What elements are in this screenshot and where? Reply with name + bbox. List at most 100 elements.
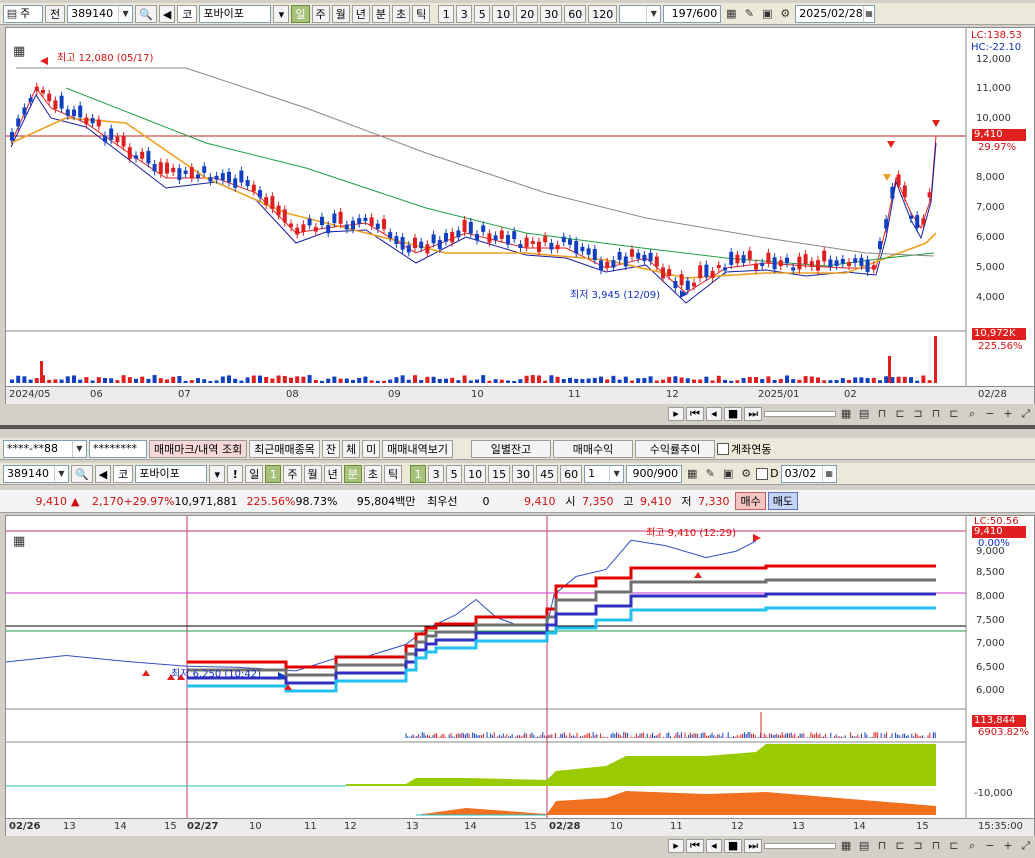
tool-icon[interactable]: ⊓ bbox=[928, 838, 944, 854]
tool-icon[interactable]: ⊐ bbox=[910, 406, 926, 422]
gear-icon[interactable]: ⚙ bbox=[777, 6, 793, 22]
draw-tool-icon[interactable]: ✎ bbox=[741, 6, 757, 22]
period-week-tab[interactable]: 주 bbox=[311, 4, 330, 23]
zoom-slider[interactable] bbox=[764, 411, 837, 417]
stop-icon[interactable]: ■ bbox=[723, 839, 743, 853]
trade-mark-tab[interactable]: 매매마크/내역 조회 bbox=[149, 439, 248, 458]
zoom-slider[interactable] bbox=[764, 843, 837, 849]
calendar-icon[interactable]: ▦ bbox=[862, 5, 875, 22]
stock-name-field[interactable]: 포바이포 bbox=[199, 4, 272, 23]
period-minute-tab[interactable]: 분 bbox=[371, 4, 391, 23]
custom-interval-select[interactable]: ▼ bbox=[619, 4, 662, 23]
password-field[interactable]: ******** bbox=[89, 439, 147, 458]
calendar-icon[interactable]: ▦ bbox=[821, 465, 836, 482]
code-input-2[interactable]: 389140 ▼ bbox=[3, 464, 69, 483]
period-second-tab[interactable]: 초 bbox=[392, 4, 411, 23]
sell-button[interactable]: 매도 bbox=[767, 492, 798, 510]
daily-chart-canvas[interactable] bbox=[6, 28, 1034, 403]
period-month-tab-2[interactable]: 월 bbox=[303, 464, 322, 483]
scroll-first-icon[interactable]: ⏮ bbox=[686, 407, 704, 421]
scroll-last-icon[interactable]: ⏭ bbox=[744, 839, 763, 853]
minute-interval-45[interactable]: 45 bbox=[536, 464, 559, 483]
expand-icon[interactable]: ⤢ bbox=[1018, 838, 1034, 854]
code-type-button[interactable]: 전 bbox=[45, 4, 66, 23]
date-input-2[interactable]: 03/02 ▦ bbox=[780, 464, 837, 483]
grid-settings-icon[interactable]: ▦ bbox=[723, 6, 739, 22]
scroll-left-icon[interactable]: ◂ bbox=[705, 407, 722, 421]
interval-120[interactable]: 120 bbox=[588, 4, 618, 23]
draw-tool-icon[interactable]: ✎ bbox=[702, 466, 718, 482]
chart-menu-icon[interactable]: ▦ bbox=[13, 44, 25, 59]
search-icon[interactable]: ⌕ bbox=[964, 406, 980, 422]
warning-button[interactable]: ! bbox=[227, 464, 244, 483]
chart-menu-icon[interactable]: ▦ bbox=[13, 534, 25, 549]
scroll-first-icon[interactable]: ⏮ bbox=[686, 839, 704, 853]
account-link-checkbox[interactable] bbox=[717, 442, 730, 455]
pending-mini-tab[interactable]: 미 bbox=[362, 439, 381, 458]
tool-icon[interactable]: ▦ bbox=[838, 838, 854, 854]
gear-icon[interactable]: ⚙ bbox=[738, 466, 754, 482]
period-day-tab-2[interactable]: 일 bbox=[245, 464, 264, 483]
date-checkbox[interactable] bbox=[756, 467, 769, 480]
balance-mini-tab[interactable]: 잔 bbox=[321, 439, 341, 458]
period-year-tab-2[interactable]: 년 bbox=[323, 464, 342, 483]
scroll-left-icon[interactable]: ◂ bbox=[705, 839, 722, 853]
zoom-in-icon[interactable]: + bbox=[1000, 838, 1016, 854]
fill-mini-tab[interactable]: 체 bbox=[342, 439, 361, 458]
stock-name-field-2[interactable]: 포바이포 bbox=[135, 464, 208, 483]
profit-trend-tab[interactable]: 수익률추이 bbox=[635, 439, 716, 458]
stop-icon[interactable]: ■ bbox=[723, 407, 743, 421]
chevron-down-icon[interactable]: ▼ bbox=[118, 5, 132, 22]
scroll-right-icon[interactable]: ▸ bbox=[668, 839, 684, 853]
period-day-tab[interactable]: 일 bbox=[291, 4, 310, 23]
search-button-2[interactable]: 🔍 bbox=[71, 464, 93, 483]
buy-button[interactable]: 매수 bbox=[735, 492, 766, 510]
interval-3[interactable]: 3 bbox=[456, 4, 473, 23]
tool-icon[interactable]: ⊓ bbox=[874, 406, 890, 422]
name-dropdown-2[interactable]: ▾ bbox=[209, 464, 226, 483]
scroll-last-icon[interactable]: ⏭ bbox=[744, 407, 763, 421]
period-year-tab[interactable]: 년 bbox=[351, 4, 370, 23]
minute-interval-10[interactable]: 10 bbox=[464, 464, 487, 483]
period-week-tab-2[interactable]: 주 bbox=[283, 464, 302, 483]
period-month-tab[interactable]: 월 bbox=[331, 4, 350, 23]
tool-icon[interactable]: ▤ bbox=[856, 838, 872, 854]
trade-history-tab[interactable]: 매매내역보기 bbox=[382, 439, 454, 458]
panel-divider[interactable] bbox=[0, 425, 1035, 429]
period-tick-tab[interactable]: 틱 bbox=[412, 4, 431, 23]
minute-interval-60[interactable]: 60 bbox=[560, 464, 583, 483]
sound-button[interactable]: ◀ bbox=[158, 4, 176, 23]
minute-chart-canvas[interactable] bbox=[6, 516, 1034, 835]
period-day-count[interactable]: 1 bbox=[265, 464, 282, 483]
date-input[interactable]: 2025/02/28 ▦ bbox=[795, 4, 876, 23]
minute-interval-30[interactable]: 30 bbox=[512, 464, 535, 483]
name-dropdown[interactable]: ▾ bbox=[273, 4, 290, 23]
interval-10[interactable]: 10 bbox=[492, 4, 515, 23]
interval-20[interactable]: 20 bbox=[516, 4, 539, 23]
minute-interval-1[interactable]: 1 bbox=[410, 464, 427, 483]
zoom-out-icon[interactable]: − bbox=[982, 406, 998, 422]
interval-30[interactable]: 30 bbox=[540, 4, 563, 23]
minute-interval-5[interactable]: 5 bbox=[446, 464, 463, 483]
tool-icon[interactable]: ⊐ bbox=[910, 838, 926, 854]
code-input[interactable]: 389140 ▼ bbox=[67, 4, 134, 23]
expand-icon[interactable]: ⤢ bbox=[1018, 406, 1034, 422]
custom-minute-select[interactable]: 1 ▼ bbox=[584, 464, 625, 483]
period-tick-tab-2[interactable]: 틱 bbox=[384, 464, 403, 483]
tool-icon[interactable]: ▦ bbox=[838, 406, 854, 422]
minute-interval-3[interactable]: 3 bbox=[428, 464, 445, 483]
tool-icon[interactable]: ⊏ bbox=[892, 406, 908, 422]
minute-interval-15[interactable]: 15 bbox=[488, 464, 511, 483]
daily-balance-tab[interactable]: 일별잔고 bbox=[471, 439, 552, 458]
scroll-right-icon[interactable]: ▸ bbox=[668, 407, 684, 421]
tool-icon[interactable]: ▤ bbox=[856, 406, 872, 422]
zoom-out-icon[interactable]: − bbox=[982, 838, 998, 854]
tool-icon[interactable]: ⊓ bbox=[928, 406, 944, 422]
save-icon[interactable]: ▣ bbox=[759, 6, 775, 22]
search-button[interactable]: 🔍 bbox=[135, 4, 157, 23]
market-select[interactable]: ▤ 주 bbox=[3, 4, 43, 23]
interval-60[interactable]: 60 bbox=[564, 4, 587, 23]
count-field-2[interactable]: 900/900 bbox=[626, 464, 683, 483]
period-second-tab-2[interactable]: 초 bbox=[363, 464, 383, 483]
save-icon[interactable]: ▣ bbox=[720, 466, 736, 482]
